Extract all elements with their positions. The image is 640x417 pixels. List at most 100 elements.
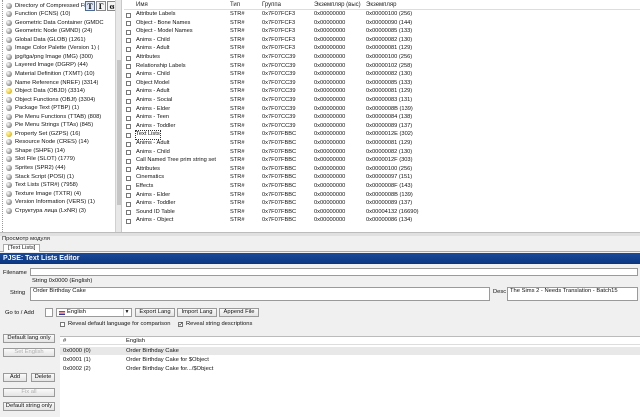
row-checkbox[interactable]	[126, 124, 131, 130]
resource-row[interactable]: Anims - Adult STR# 0x7F07CC39 0x00000000 0x0…	[124, 88, 640, 96]
tree-item[interactable]: Sprites (SPR2) (44)	[6, 164, 116, 172]
row-checkbox[interactable]	[126, 21, 131, 27]
column-header-name[interactable]: Имя	[136, 2, 148, 8]
tree-scrollbar[interactable]	[115, 0, 121, 232]
row-checkbox[interactable]	[126, 38, 131, 44]
grid-header-number[interactable]: #	[63, 337, 66, 345]
resource-row[interactable]: Object - Bone Names STR# 0x7F07FCF3 0x00000…	[124, 20, 640, 28]
delete-button[interactable]: Delete	[31, 373, 55, 382]
default-lang-only-button[interactable]: Default lang only	[3, 334, 55, 343]
row-checkbox[interactable]	[126, 141, 131, 147]
add-button[interactable]: Add	[3, 373, 27, 382]
row-checkbox[interactable]	[126, 64, 131, 70]
row-checkbox[interactable]	[126, 201, 131, 207]
column-header-instance[interactable]: Экземпляр	[366, 2, 397, 8]
resource-row[interactable]: Anims - Social STR# 0x7F07CC39 0x00000000 0x…	[124, 97, 640, 105]
tree-item[interactable]: Структура лица (LxNR) (3)	[6, 207, 116, 215]
row-checkbox[interactable]	[126, 29, 131, 35]
resource-row[interactable]: Anims - Toddler STR# 0x7F07FBBC 0x00000000 0…	[124, 200, 640, 208]
tree-item[interactable]: Package Text (PTBP) (1)	[6, 104, 116, 112]
row-checkbox[interactable]	[126, 72, 131, 78]
filename-field[interactable]	[30, 268, 638, 276]
text-view-button[interactable]: T	[85, 1, 95, 11]
resource-row[interactable]: Object Model STR# 0x7F07CC39 0x00000000 0x00…	[124, 80, 640, 88]
resource-row[interactable]: Anims - Child STR# 0x7F07CC39 0x00000000 0x0…	[124, 71, 640, 79]
row-checkbox[interactable]	[126, 107, 131, 113]
row-checkbox[interactable]	[126, 210, 131, 216]
resource-row[interactable]: Anims - Adult STR# 0x7F07FBBC 0x00000000 0x0…	[124, 140, 640, 148]
goto-input[interactable]	[45, 308, 53, 317]
resource-row[interactable]: Call Named Tree prim string set STR# 0x7F0…	[124, 157, 640, 165]
row-checkbox[interactable]	[126, 12, 131, 18]
tree-item[interactable]: Geometric Node (GMND) (24)	[6, 27, 116, 35]
resource-row[interactable]: Text Lists STR# 0x7F07FBBC 0x00000000 0x0000…	[124, 130, 640, 141]
tree-item[interactable]: Name Reference (NREF) (3314)	[6, 78, 116, 86]
resource-row[interactable]: Sound ID Table STR# 0x7F07FBBC 0x00000000 0x…	[124, 209, 640, 217]
tree-item[interactable]: Object Data (OBJD) (3314)	[6, 87, 116, 95]
tree-item[interactable]: Object Functions (OBJf) (3304)	[6, 96, 116, 104]
reveal-default-language-checkbox[interactable]	[60, 322, 65, 327]
fix-all-button[interactable]: Fix all	[3, 388, 55, 397]
column-header-type[interactable]: Тип	[230, 2, 240, 8]
grid-header-language[interactable]: English	[126, 337, 145, 345]
group-view-button[interactable]: Г	[96, 1, 106, 11]
resource-row[interactable]: Relationship Labels STR# 0x7F07CC39 0x00000…	[124, 63, 640, 71]
language-select[interactable]: English ▼	[56, 308, 132, 317]
set-english-button[interactable]: Set English	[3, 348, 55, 357]
resource-row[interactable]: Anims - Elder STR# 0x7F07FBBC 0x00000000 0x0…	[124, 192, 640, 200]
resource-type-tree[interactable]: Directory of Compressed Files (C Function…	[0, 0, 122, 232]
row-checkbox[interactable]	[126, 81, 131, 87]
tree-item[interactable]: Version Information (VERS) (1)	[6, 198, 116, 206]
row-checkbox[interactable]	[126, 158, 131, 164]
row-checkbox[interactable]	[126, 218, 131, 224]
export-lang-button[interactable]: Export Lang	[135, 308, 175, 317]
resource-row[interactable]: Attributes STR# 0x7F07FBBC 0x00000000 0x0000…	[124, 166, 640, 174]
tree-item[interactable]: Pie Menu Strings (TTAs) (845)	[6, 121, 116, 129]
chevron-down-icon[interactable]: ▼	[123, 309, 130, 316]
reveal-string-descriptions-checkbox[interactable]	[178, 321, 184, 328]
string-value-field[interactable]: Order Birthday Cake	[30, 287, 490, 301]
string-grid[interactable]: # English 0x0000 (0) Order Birthday Cake 0…	[60, 336, 640, 417]
row-checkbox[interactable]	[126, 46, 131, 52]
row-checkbox[interactable]	[126, 98, 131, 104]
resource-row[interactable]: Anims - Child STR# 0x7F07FBBC 0x00000000 0x0…	[124, 149, 640, 157]
tree-item[interactable]: Shape (SHPE) (14)	[6, 147, 116, 155]
resource-row[interactable]: Object - Model Names STR# 0x7F07FCF3 0x0000…	[124, 28, 640, 36]
tree-item[interactable]: Pie Menu Functions (TTAB) (808)	[6, 113, 116, 121]
string-row[interactable]: 0x0000 (0) Order Birthday Cake	[60, 347, 640, 355]
column-header-group[interactable]: Группа	[262, 2, 281, 8]
resource-row[interactable]: Anims - Object STR# 0x7F07FBBC 0x00000000 0x…	[124, 217, 640, 225]
import-lang-button[interactable]: Import Lang	[177, 308, 217, 317]
tree-item[interactable]: Stack Script (POSI) (1)	[6, 173, 116, 181]
resource-row[interactable]: Effects STR# 0x7F07FBBC 0x00000000 0x0000008…	[124, 183, 640, 191]
tree-item[interactable]: Slot File (SLOT) (1779)	[6, 155, 116, 163]
tree-item[interactable]: Texture Image (TXTR) (4)	[6, 190, 116, 198]
resource-row[interactable]: Attributes STR# 0x7F07CC39 0x00000000 0x0000…	[124, 54, 640, 62]
row-checkbox[interactable]	[126, 175, 131, 181]
tree-item[interactable]: Resource Node (CRES) (14)	[6, 138, 116, 146]
tree-item[interactable]: Text Lists (STR#) (7958)	[6, 181, 116, 189]
row-checkbox[interactable]	[126, 115, 131, 121]
row-checkbox[interactable]	[126, 132, 131, 138]
tree-item[interactable]: Material Definition (TXMT) (10)	[6, 70, 116, 78]
resource-row[interactable]: Anims - Teen STR# 0x7F07CC39 0x00000000 0x00…	[124, 114, 640, 122]
row-checkbox[interactable]	[126, 150, 131, 156]
resource-row[interactable]: Anims - Elder STR# 0x7F07CC39 0x00000000 0x0…	[124, 106, 640, 114]
desc-field[interactable]: The Sims 2 - Needs Translation - Batch15	[507, 287, 638, 301]
string-row[interactable]: 0x0001 (1) Order Birthday Cake for $Objec…	[60, 356, 640, 364]
tree-item[interactable]: Function (FCNS) (10)	[6, 10, 116, 18]
resource-list[interactable]: Имя Тип Группа Экземпляр (выс) Экземпляр…	[124, 0, 640, 232]
row-checkbox[interactable]	[126, 184, 131, 190]
tree-item[interactable]: Image Color Palette (Version 1) (	[6, 44, 116, 52]
tree-scrollbar-thumb[interactable]	[117, 60, 121, 205]
tab-text-lists[interactable]: [Text Lists]	[3, 244, 41, 252]
row-checkbox[interactable]	[126, 167, 131, 173]
string-row[interactable]: 0x0002 (2) Order Birthday Cake for.../$Ob…	[60, 365, 640, 373]
row-checkbox[interactable]	[126, 193, 131, 199]
resource-row[interactable]: Anims - Adult STR# 0x7F07FCF3 0x00000000 0x0…	[124, 45, 640, 53]
tree-item[interactable]: jpg/tga/png Image (IMG) (300)	[6, 53, 116, 61]
tree-item[interactable]: Geometric Data Container (GMDC	[6, 19, 116, 27]
resource-row[interactable]: Attribute Labels STR# 0x7F07FCF3 0x00000000…	[124, 11, 640, 19]
resource-row[interactable]: Anims - Toddler STR# 0x7F07CC39 0x00000000 0…	[124, 123, 640, 131]
tree-item[interactable]: Global Data (GLOB) (1261)	[6, 36, 116, 44]
